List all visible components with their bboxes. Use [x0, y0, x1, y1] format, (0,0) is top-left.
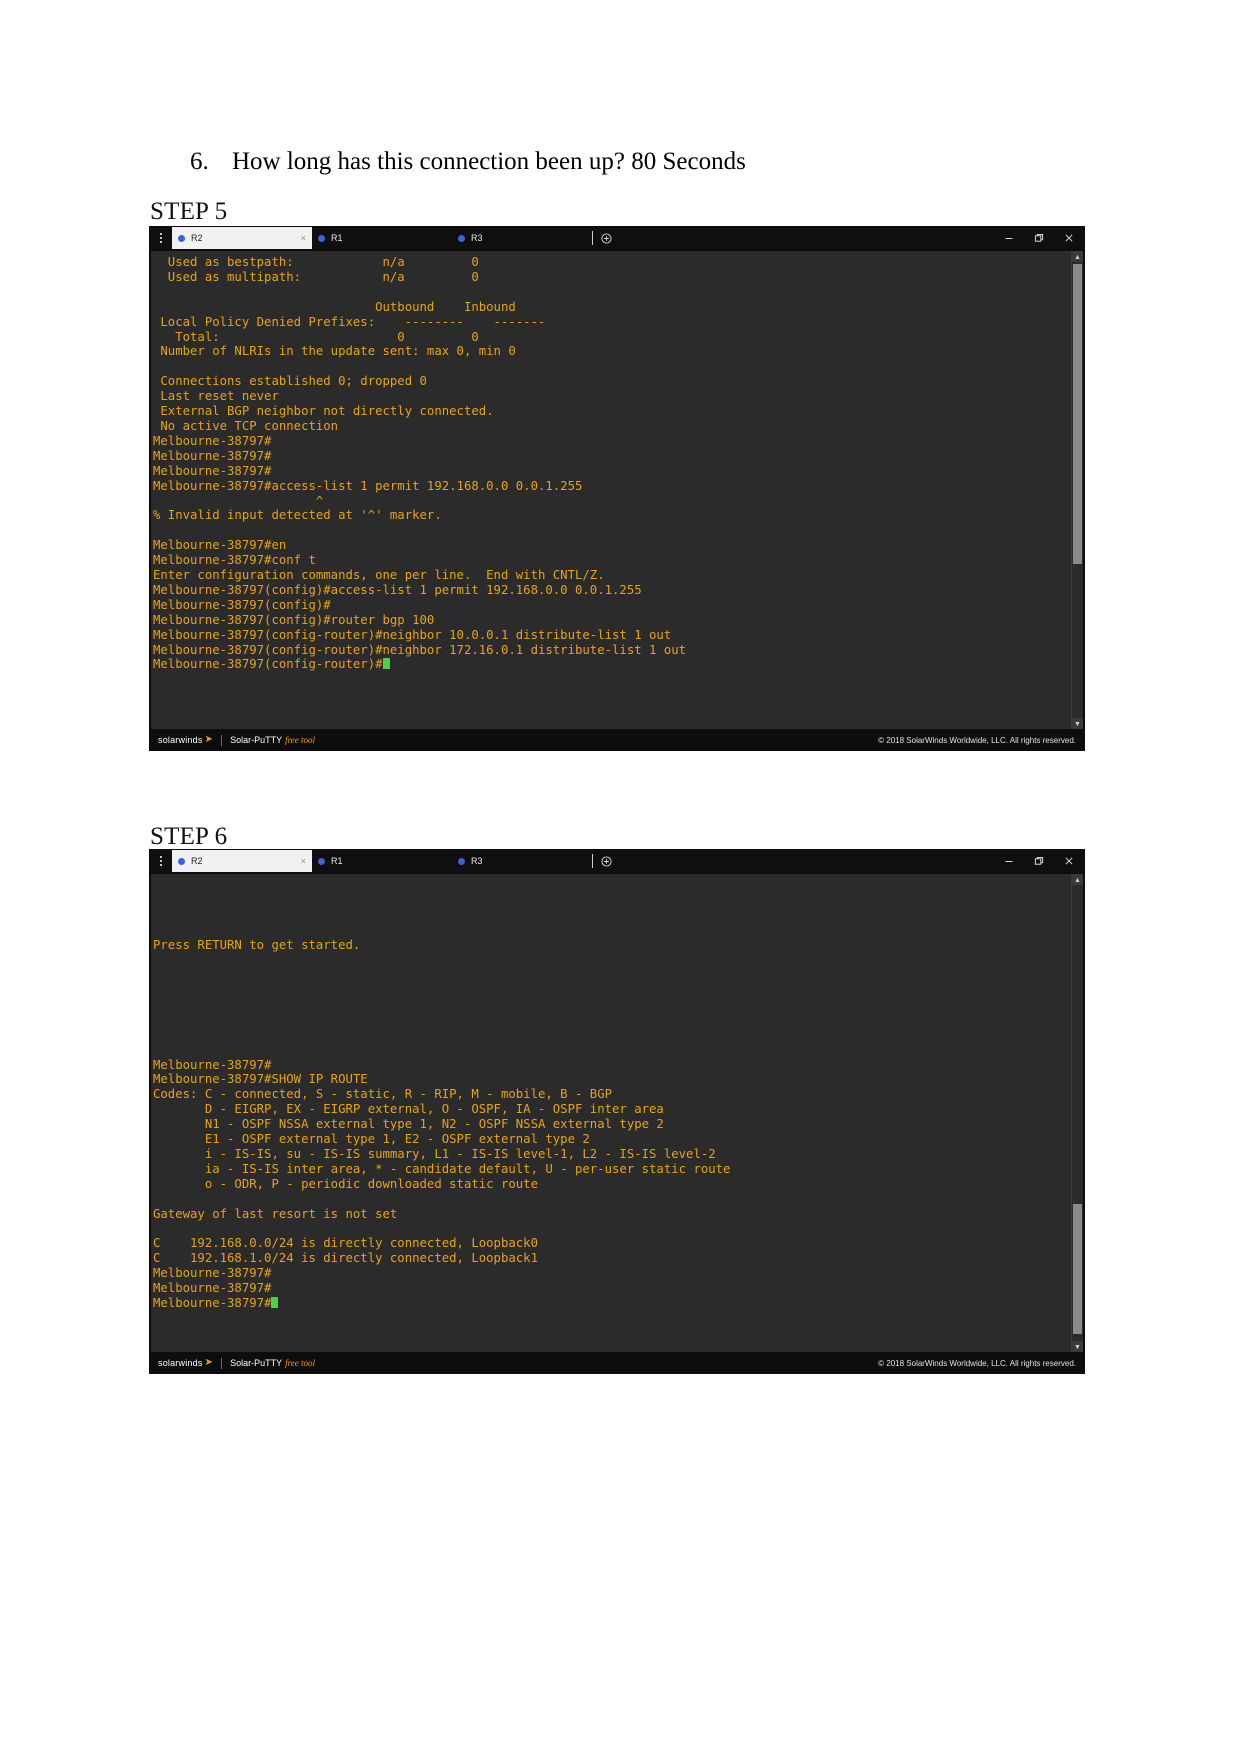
tab-label: R3 — [471, 856, 483, 866]
tab-status-dot-icon — [178, 857, 185, 865]
tab-label: R3 — [471, 233, 483, 243]
terminal-scrollbar[interactable]: ▲ ▼ — [1071, 874, 1083, 1352]
tab-r2[interactable]: R2 × — [172, 850, 312, 872]
step6-heading: STEP 6 — [150, 823, 228, 850]
terminal-scrollbar[interactable]: ▲ ▼ — [1071, 251, 1083, 729]
solarwinds-logo: solarwinds ➤ — [158, 734, 214, 746]
terminal-blank-gap — [153, 953, 1071, 1058]
putty-footer: solarwinds ➤ Solar-PuTTY free tool © 2018… — [150, 1353, 1084, 1373]
terminal-area: Press RETURN to get started. Melbourne-3… — [150, 872, 1084, 1353]
tab-label: R1 — [331, 233, 343, 243]
footer-divider — [221, 734, 223, 746]
tab-status-dot-icon — [178, 234, 185, 242]
scroll-down-icon[interactable]: ▼ — [1072, 1341, 1083, 1352]
tab-label: R1 — [331, 856, 343, 866]
new-tab-plus-icon[interactable] — [593, 850, 619, 872]
footer-divider — [221, 1357, 223, 1369]
brand-text: solarwinds — [158, 735, 203, 745]
scroll-up-icon[interactable]: ▲ — [1072, 874, 1083, 885]
terminal-area: Used as bestpath: n/a 0 Used as multipat… — [150, 249, 1084, 730]
terminal-cursor — [382, 658, 390, 670]
scroll-up-icon[interactable]: ▲ — [1072, 251, 1083, 262]
tab-r3[interactable]: R3 — [452, 850, 592, 872]
tab-status-dot-icon — [458, 234, 465, 242]
terminal-text-top: Press RETURN to get started. — [153, 937, 361, 952]
tab-r2[interactable]: R2 × — [172, 227, 312, 249]
scrollbar-thumb[interactable] — [1073, 1204, 1082, 1334]
tab-close-icon[interactable]: × — [301, 233, 306, 243]
titlebar: R2 × R1 R3 — [150, 227, 1084, 249]
tab-label: R2 — [191, 856, 203, 866]
tab-status-dot-icon — [318, 857, 325, 865]
putty-window-step6: R2 × R1 R3 Press RETURN to get started. … — [150, 850, 1084, 1373]
minimize-icon[interactable] — [994, 227, 1024, 249]
tab-label: R2 — [191, 233, 203, 243]
solarwinds-logo: solarwinds ➤ — [158, 1357, 214, 1369]
menu-kebab-icon[interactable] — [150, 227, 172, 249]
flame-icon: ➤ — [204, 734, 214, 745]
close-icon[interactable] — [1054, 850, 1084, 872]
product-name: Solar-PuTTY — [230, 735, 283, 745]
maximize-icon[interactable] — [1024, 850, 1054, 872]
putty-window-step5: R2 × R1 R3 Used as bestpath: n/a 0 Used … — [150, 227, 1084, 750]
terminal-cursor — [271, 1297, 279, 1309]
putty-footer: solarwinds ➤ Solar-PuTTY free tool © 2018… — [150, 730, 1084, 750]
tab-r3[interactable]: R3 — [452, 227, 592, 249]
tab-status-dot-icon — [458, 857, 465, 865]
terminal-output-step5[interactable]: Used as bestpath: n/a 0 Used as multipat… — [151, 251, 1071, 729]
terminal-output-step6[interactable]: Press RETURN to get started. Melbourne-3… — [151, 874, 1071, 1352]
window-controls — [994, 850, 1084, 872]
brand-text: solarwinds — [158, 1358, 203, 1368]
new-tab-plus-icon[interactable] — [593, 227, 619, 249]
window-controls — [994, 227, 1084, 249]
titlebar: R2 × R1 R3 — [150, 850, 1084, 872]
question-line: 6. How long has this connection been up? … — [190, 148, 1090, 176]
scrollbar-thumb[interactable] — [1073, 264, 1082, 564]
menu-kebab-icon[interactable] — [150, 850, 172, 872]
close-icon[interactable] — [1054, 227, 1084, 249]
copyright-text: © 2018 SolarWinds Worldwide, LLC. All ri… — [878, 1358, 1076, 1368]
titlebar-spacer — [619, 850, 994, 872]
tab-close-icon[interactable]: × — [301, 856, 306, 866]
question-number: 6. — [190, 148, 209, 175]
terminal-text: Used as bestpath: n/a 0 Used as multipat… — [153, 255, 687, 672]
copyright-text: © 2018 SolarWinds Worldwide, LLC. All ri… — [878, 735, 1076, 745]
terminal-text: Melbourne-38797# Melbourne-38797#SHOW IP… — [153, 1057, 731, 1311]
flame-icon: ➤ — [204, 1357, 214, 1368]
product-name: Solar-PuTTY — [230, 1358, 283, 1368]
document-page: 6. How long has this connection been up? … — [0, 0, 1241, 1754]
titlebar-spacer — [619, 227, 994, 249]
scroll-down-icon[interactable]: ▼ — [1072, 718, 1083, 729]
minimize-icon[interactable] — [994, 850, 1024, 872]
tab-status-dot-icon — [318, 234, 325, 242]
free-tool-label: free tool — [285, 1358, 316, 1368]
step5-heading: STEP 5 — [150, 198, 228, 225]
free-tool-label: free tool — [285, 735, 316, 745]
tab-r1[interactable]: R1 — [312, 850, 452, 872]
question-text: How long has this connection been up? 80… — [232, 148, 746, 175]
maximize-icon[interactable] — [1024, 227, 1054, 249]
tab-r1[interactable]: R1 — [312, 227, 452, 249]
